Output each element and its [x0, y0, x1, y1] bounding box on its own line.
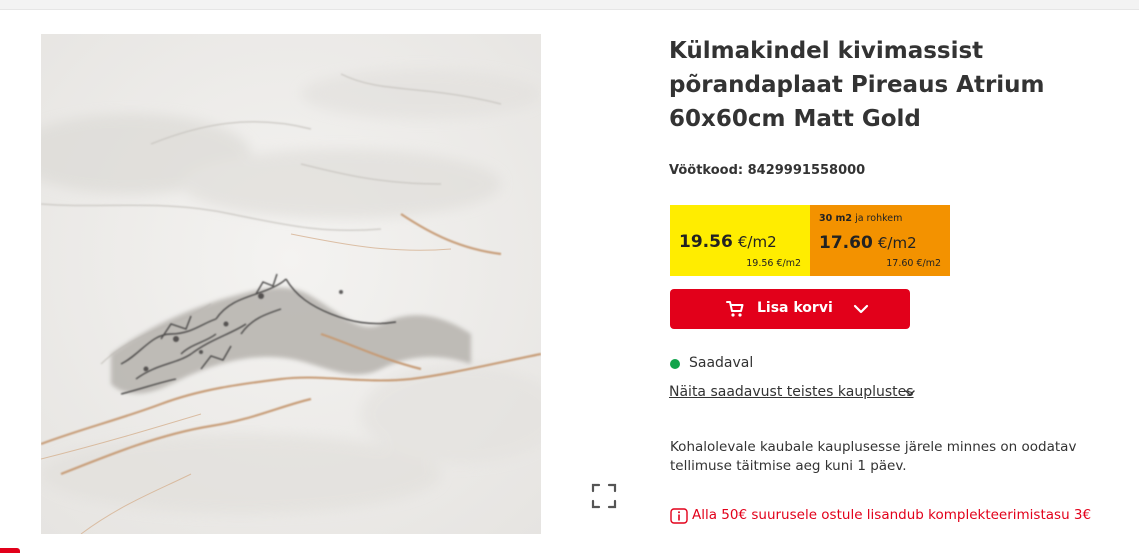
top-header-strip: [0, 0, 1139, 10]
regular-price: 19.56 €/m2: [679, 232, 777, 252]
bulk-threshold-value: 30 m2: [819, 213, 853, 224]
availability-status: Saadaval: [689, 355, 754, 371]
product-title: Külmakindel kivimassist põrandaplaat Pir…: [669, 38, 1045, 132]
bulk-price-box: 30 m2 ja rohkem 17.60 €/m2 17.60 €/m2: [810, 205, 950, 276]
bulk-price: 17.60 €/m2: [819, 233, 917, 253]
fullscreen-icon[interactable]: [589, 481, 619, 511]
add-to-cart-label: Lisa korvi: [757, 300, 833, 316]
bulk-price-unit: €/m2: [877, 234, 917, 252]
info-icon: [670, 508, 688, 524]
barcode: Vöötkood: 8429991558000: [669, 163, 865, 178]
regular-price-value: 19.56: [679, 232, 733, 252]
pickup-info-text: Kohalolevale kaubale kauplusesse järele …: [670, 439, 1077, 474]
bulk-price-threshold: 30 m2 ja rohkem: [819, 213, 902, 224]
corner-tab: [0, 548, 20, 553]
chevron-down-icon[interactable]: [853, 302, 869, 316]
chevron-down-icon[interactable]: [904, 388, 916, 398]
regular-price-unit: €/m2: [737, 233, 777, 251]
product-image[interactable]: [41, 34, 541, 534]
bulk-price-value: 17.60: [819, 233, 873, 253]
barcode-label: Vöötkood:: [669, 163, 744, 178]
availability-status-dot: [670, 359, 680, 369]
bulk-threshold-suffix: ja rohkem: [855, 213, 903, 224]
bulk-price-sub: 17.60 €/m2: [886, 258, 941, 269]
regular-price-box: 19.56 €/m2 19.56 €/m2: [670, 205, 810, 276]
other-stores-availability-link[interactable]: Näita saadavust teistes kauplustes: [669, 384, 914, 400]
cart-icon: [726, 301, 744, 317]
regular-price-sub: 19.56 €/m2: [746, 258, 801, 269]
add-to-cart-button[interactable]: Lisa korvi: [670, 289, 910, 329]
marble-texture: [41, 34, 541, 534]
barcode-value: 8429991558000: [747, 163, 866, 178]
handling-fee-notice: Alla 50€ suurusele ostule lisandub kompl…: [692, 507, 1092, 523]
